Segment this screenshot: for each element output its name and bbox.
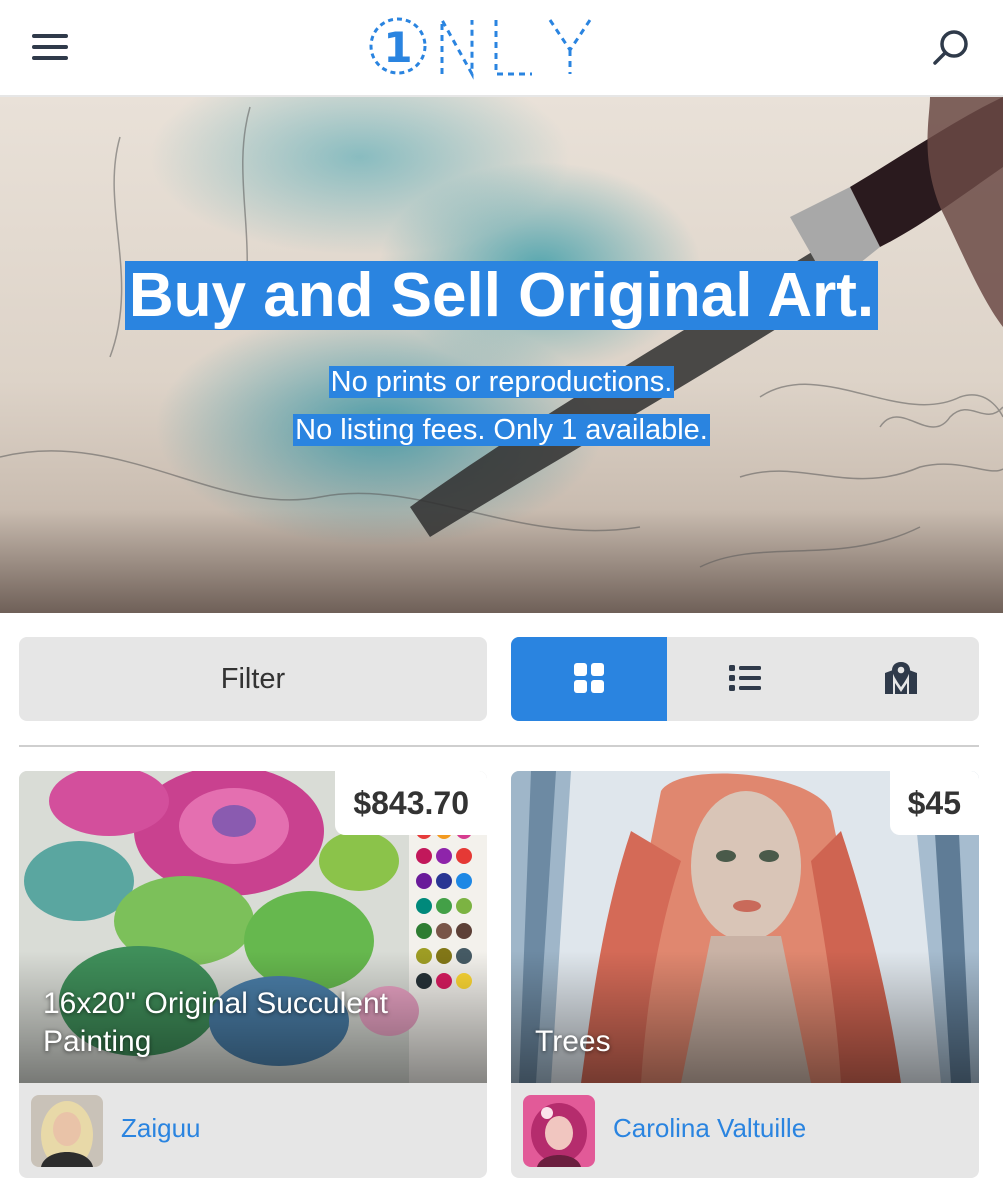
hero-subtitle-1: No prints or reproductions. [0,362,1003,402]
only-logo[interactable]: 1 [360,8,600,88]
grid-view-button[interactable] [511,637,667,721]
artist-avatar[interactable] [31,1095,103,1167]
list-view-icon [729,665,761,691]
artist-name-link[interactable]: Carolina Valtuille [613,1113,806,1144]
hero-subtitle-2: No listing fees. Only 1 available. [0,410,1003,450]
top-bar: 1 [0,0,1003,97]
map-view-icon [885,662,917,694]
listing-card[interactable]: $843.70 16x20'' Original Succulent Paint… [19,771,487,1178]
hero-subtitle-1-text: No prints or reproductions. [328,366,675,398]
price-tag: $45 [889,771,979,835]
view-toggle [511,637,979,721]
hero-title-text: Buy and Sell Original Art. [124,261,879,330]
listing-title[interactable]: 16x20'' Original Succulent Painting [43,985,463,1061]
listing-image[interactable]: $45 Trees [511,771,979,1083]
svg-text:1: 1 [383,23,412,72]
hero-subtitle-2-text: No listing fees. Only 1 available. [293,414,710,446]
grid-view-icon [574,663,604,693]
listing-image[interactable]: $843.70 16x20'' Original Succulent Paint… [19,771,487,1083]
hero-banner: Buy and Sell Original Art. No prints or … [0,97,1003,613]
artist-name-link[interactable]: Zaiguu [121,1113,201,1144]
listing-footer: Carolina Valtuille [511,1083,979,1178]
listing-title[interactable]: Trees [535,1023,955,1061]
section-divider [19,745,979,747]
hero-title: Buy and Sell Original Art. [0,257,1003,335]
list-view-button[interactable] [667,637,823,721]
map-view-button[interactable] [823,637,979,721]
search-icon[interactable] [930,26,972,68]
filter-button[interactable]: Filter [19,637,487,721]
hamburger-menu-icon[interactable] [30,30,70,64]
hero-painting-image [0,97,1003,568]
listing-footer: Zaiguu [19,1083,487,1178]
price-tag: $843.70 [335,771,487,835]
artist-avatar[interactable] [523,1095,595,1167]
listing-card[interactable]: $45 Trees Carolina Valtuille [511,771,979,1178]
